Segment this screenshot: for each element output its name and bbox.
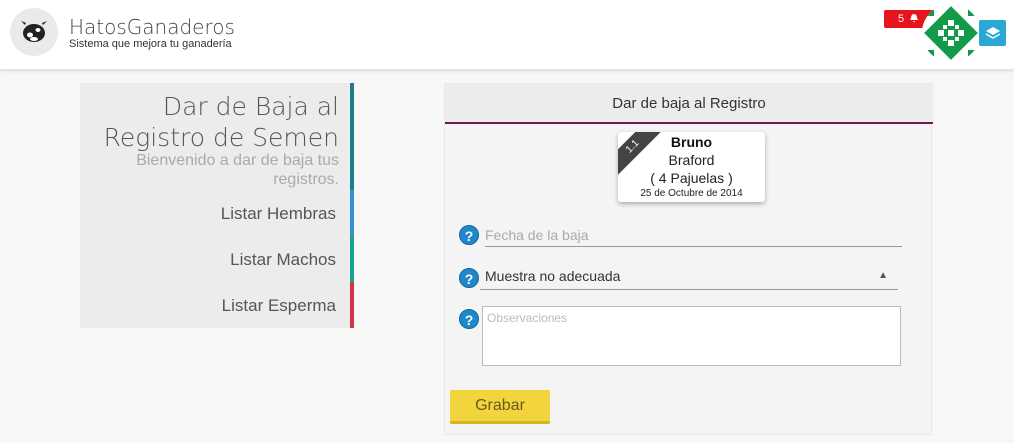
layers-icon[interactable]: [979, 20, 1006, 46]
observations-textarea[interactable]: Observaciones: [482, 306, 901, 366]
sidebar-accent-machos: [350, 236, 354, 282]
sidebar-accent-hembras: [350, 190, 354, 236]
bull-name: Bruno: [670, 134, 713, 150]
page-title: Dar de Baja al Registro de Semen: [103, 92, 339, 152]
sidebar-item-machos[interactable]: Listar Machos: [230, 250, 336, 270]
help-icon[interactable]: ?: [459, 309, 479, 329]
top-header: HatosGanaderos Sistema que mejora tu gan…: [0, 0, 1014, 70]
sidebar-accent-esperma: [350, 282, 354, 328]
form-card: Dar de baja al Registro 1.1 Bruno Brafor…: [444, 83, 933, 435]
save-button[interactable]: Grabar: [450, 390, 550, 424]
sidebar-panel: Dar de Baja al Registro de Semen Bienven…: [80, 83, 354, 328]
notification-count: 5: [898, 13, 905, 25]
sidebar-item-hembras[interactable]: Listar Hembras: [221, 204, 336, 224]
cow-logo-icon[interactable]: [10, 8, 58, 56]
help-icon[interactable]: ?: [459, 225, 479, 245]
reason-selected-value: Muestra no adecuada: [485, 268, 621, 284]
record-date: 25 de Octubre de 2014: [640, 188, 743, 199]
page-subtitle: Bienvenido a dar de baja tus registros.: [136, 152, 339, 188]
user-avatar[interactable]: [922, 4, 980, 62]
sidebar-item-esperma[interactable]: Listar Esperma: [222, 296, 336, 316]
date-field[interactable]: Fecha de la baja: [485, 224, 902, 247]
brand-name[interactable]: HatosGanaderos: [69, 15, 235, 39]
help-icon[interactable]: ?: [459, 268, 479, 288]
brand-tagline: Sistema que mejora tu ganadería: [69, 38, 232, 50]
select-arrows-icon: ▲: [878, 270, 888, 281]
form-header: Dar de baja al Registro: [445, 84, 933, 124]
semen-record-card: 1.1 Bruno Braford ( 4 Pajuelas ) 25 de O…: [618, 132, 765, 202]
bull-breed: Braford: [668, 152, 715, 168]
straw-count: ( 4 Pajuelas ): [650, 170, 733, 186]
reason-select[interactable]: Muestra no adecuada ▲: [480, 262, 898, 290]
sidebar-accent-top: [350, 83, 354, 190]
bell-icon: [909, 13, 919, 26]
